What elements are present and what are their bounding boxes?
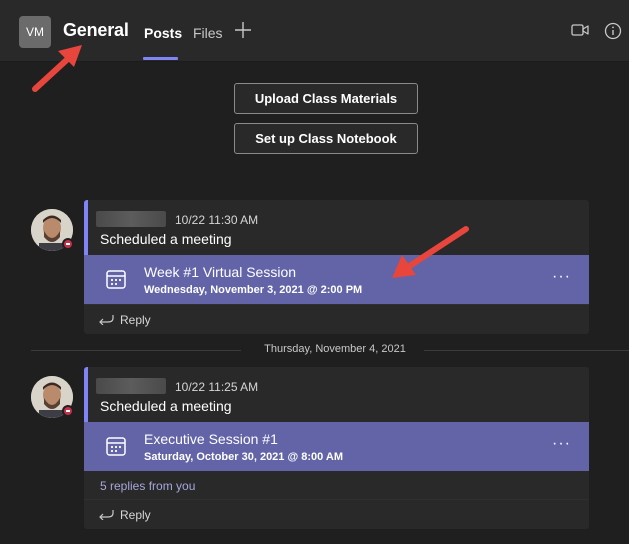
date-divider-line-left xyxy=(31,350,241,351)
meeting-date: Wednesday, November 3, 2021 @ 2:00 PM xyxy=(144,284,363,296)
post-accent-bar xyxy=(84,367,88,422)
team-avatar[interactable]: VM xyxy=(19,16,51,48)
author-name-redacted xyxy=(96,378,166,394)
post-accent-bar xyxy=(84,200,88,255)
channel-header: VM General Posts Files xyxy=(0,0,629,62)
date-divider-line-right xyxy=(424,350,629,351)
calendar-icon xyxy=(106,437,126,456)
meeting-card[interactable]: Executive Session #1 Saturday, October 3… xyxy=(84,422,589,471)
post-timestamp: 10/22 11:30 AM xyxy=(175,213,259,227)
tab-files[interactable]: Files xyxy=(193,25,223,41)
post-text: Scheduled a meeting xyxy=(100,398,232,414)
status-dnd-badge xyxy=(62,238,74,250)
meeting-card[interactable]: Week #1 Virtual Session Wednesday, Novem… xyxy=(84,255,589,304)
active-tab-indicator xyxy=(143,57,178,60)
date-divider: Thursday, November 4, 2021 xyxy=(264,343,406,355)
channel-title: General xyxy=(63,20,129,40)
reply-label: Reply xyxy=(120,508,151,522)
reply-icon xyxy=(99,315,114,325)
reply-button[interactable]: Reply xyxy=(84,499,589,529)
avatar[interactable] xyxy=(31,376,74,418)
replies-link[interactable]: 5 replies from you xyxy=(84,471,589,499)
more-options-button[interactable]: ··· xyxy=(552,268,571,286)
author-name-redacted xyxy=(96,211,166,227)
video-call-icon[interactable] xyxy=(571,22,589,38)
meeting-title: Executive Session #1 xyxy=(144,431,278,447)
status-dnd-badge xyxy=(62,405,74,417)
more-options-button[interactable]: ··· xyxy=(552,435,571,453)
add-tab-icon[interactable] xyxy=(234,21,252,39)
post-card: 10/22 11:25 AM Scheduled a meeting Execu… xyxy=(84,367,589,529)
reply-icon xyxy=(99,510,114,520)
reply-button[interactable]: Reply xyxy=(84,304,589,334)
avatar[interactable] xyxy=(31,209,74,251)
info-icon[interactable] xyxy=(604,22,622,40)
meeting-date: Saturday, October 30, 2021 @ 8:00 AM xyxy=(144,451,344,463)
post-timestamp: 10/22 11:25 AM xyxy=(175,380,259,394)
upload-class-materials-button[interactable]: Upload Class Materials xyxy=(234,83,418,114)
meeting-title: Week #1 Virtual Session xyxy=(144,264,297,280)
calendar-icon xyxy=(106,270,126,289)
post-card: 10/22 11:30 AM Scheduled a meeting Week … xyxy=(84,200,589,334)
tab-posts[interactable]: Posts xyxy=(144,25,182,41)
reply-label: Reply xyxy=(120,313,151,327)
setup-class-notebook-button[interactable]: Set up Class Notebook xyxy=(234,123,418,154)
post-text: Scheduled a meeting xyxy=(100,231,232,247)
